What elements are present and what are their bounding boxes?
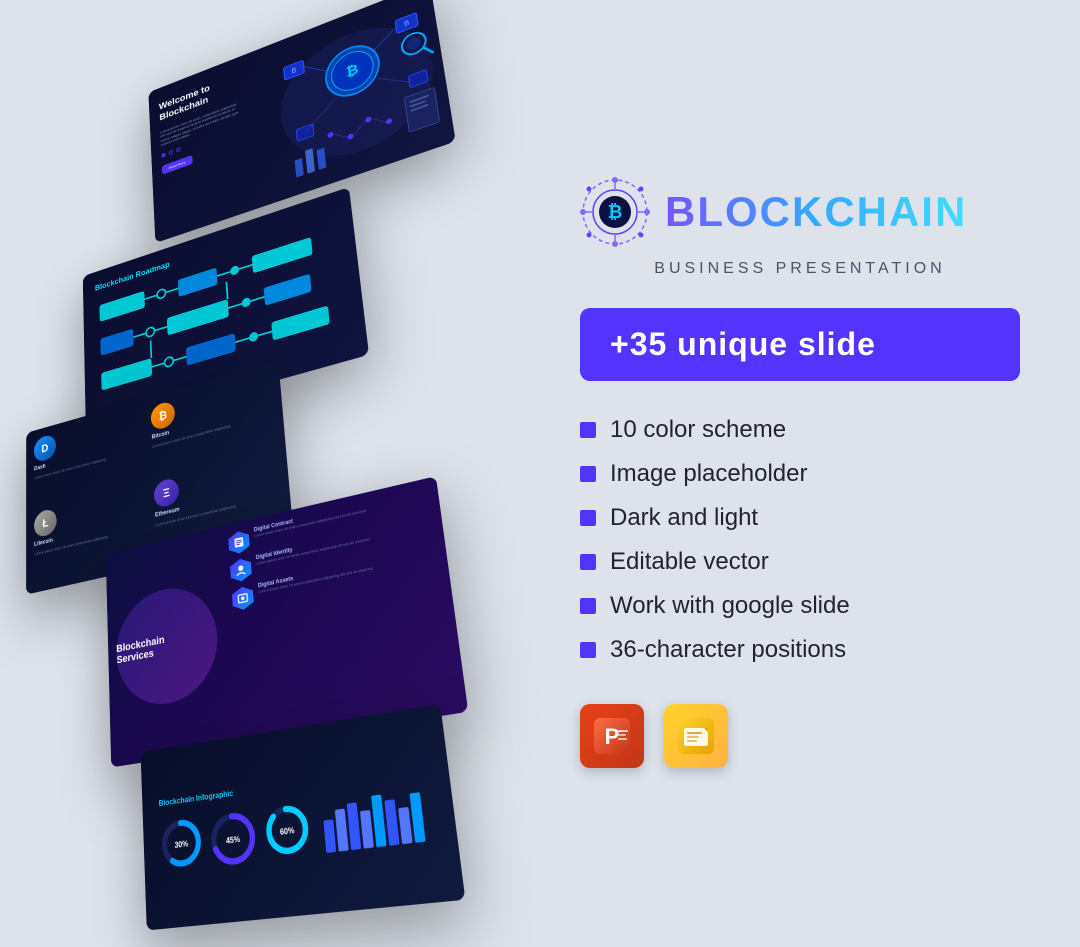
litecoin-name: Litecoin bbox=[34, 538, 53, 548]
brand-title: BLOCKCHAIN bbox=[665, 191, 967, 233]
feature-bullet-google bbox=[580, 598, 596, 614]
feature-dark-light: Dark and light bbox=[580, 504, 1020, 532]
svg-text:45%: 45% bbox=[226, 834, 241, 846]
feature-label-dark: Dark and light bbox=[610, 504, 758, 532]
powerpoint-icon: P bbox=[580, 704, 644, 768]
feature-google-slide: Work with google slide bbox=[580, 592, 1020, 620]
app-icons: P bbox=[580, 704, 1020, 768]
svg-text:₿: ₿ bbox=[608, 202, 623, 222]
infographic-circle-1: 30% bbox=[159, 815, 203, 871]
features-list: 10 color scheme Image placeholder Dark a… bbox=[580, 416, 1020, 664]
feature-bullet-dark bbox=[580, 510, 596, 526]
infographic-circle-2: 45% bbox=[208, 807, 260, 869]
litecoin-icon: Ł bbox=[34, 507, 57, 538]
brand-header: ₿ BLOCKCHAIN bbox=[580, 177, 1020, 247]
feature-bullet-vector bbox=[580, 554, 596, 570]
digital-contract-hex bbox=[228, 529, 250, 556]
feature-bullet-color bbox=[580, 422, 596, 438]
dash-icon: D bbox=[34, 433, 56, 463]
feature-bullet-char bbox=[580, 642, 596, 658]
feature-bullet-image bbox=[580, 466, 596, 482]
google-slides-icon bbox=[664, 704, 728, 768]
infographic-circle-3: 60% bbox=[263, 800, 312, 858]
slide1-graphic: ₿ B B bbox=[257, 0, 456, 200]
info-section: ₿ BLOCKCHAIN BUSINESS PRESENTATION +35 u… bbox=[540, 0, 1080, 924]
digital-identity-hex bbox=[230, 557, 252, 584]
feature-label-google: Work with google slide bbox=[610, 592, 850, 620]
feature-label-vector: Editable vector bbox=[610, 548, 769, 576]
svg-text:60%: 60% bbox=[280, 825, 296, 837]
slides-preview: Welcome toBlockchain Lorem ipsum dolor s… bbox=[0, 0, 560, 924]
ethereum-icon: Ξ bbox=[154, 477, 180, 510]
digital-assets-hex bbox=[232, 585, 255, 612]
feature-image-placeholder: Image placeholder bbox=[580, 460, 1020, 488]
unique-badge: +35 unique slide bbox=[580, 308, 1020, 381]
dash-name: Dash bbox=[34, 464, 46, 472]
feature-editable-vector: Editable vector bbox=[580, 548, 1020, 576]
brand-subtitle: BUSINESS PRESENTATION bbox=[580, 260, 1020, 278]
feature-label-image: Image placeholder bbox=[610, 460, 807, 488]
svg-text:P: P bbox=[605, 724, 620, 749]
feature-label-char: 36-character positions bbox=[610, 636, 846, 664]
feature-label-color: 10 color scheme bbox=[610, 416, 786, 444]
svg-text:30%: 30% bbox=[174, 838, 188, 850]
bitcoin-icon: ₿ bbox=[150, 400, 175, 432]
feature-color-scheme: 10 color scheme bbox=[580, 416, 1020, 444]
feature-character-positions: 36-character positions bbox=[580, 636, 1020, 664]
infographic-bars bbox=[321, 779, 438, 857]
brand-logo: ₿ bbox=[580, 177, 650, 247]
slide1-btn: Read More bbox=[162, 155, 193, 175]
